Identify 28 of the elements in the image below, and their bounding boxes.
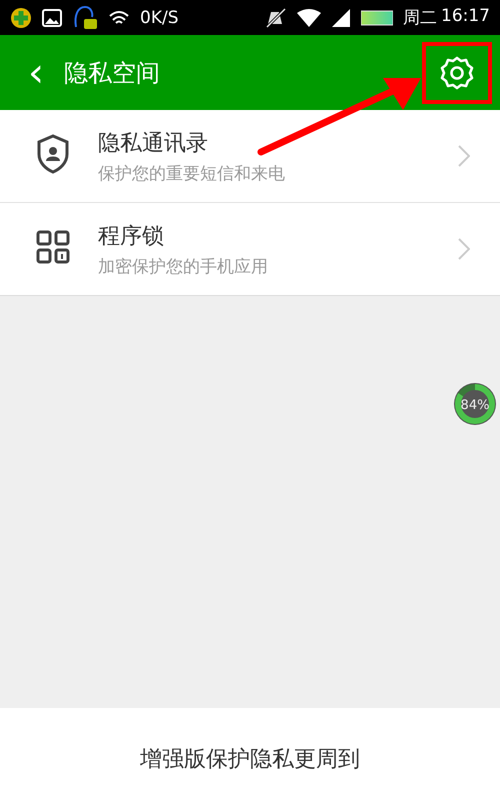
weekday: 周二 — [403, 7, 437, 29]
wifi-signal-icon — [297, 8, 321, 26]
wifi-icon — [108, 8, 130, 26]
item-title: 程序锁 — [98, 222, 165, 250]
footer-text: 增强版保护隐私更周到 — [140, 746, 360, 774]
highlight-frame — [422, 42, 492, 104]
battery-icon — [361, 10, 393, 26]
image-icon — [42, 8, 62, 26]
app-logo-icon — [10, 6, 32, 28]
item-subtitle: 加密保护您的手机应用 — [98, 256, 269, 278]
chevron-right-icon — [458, 238, 470, 260]
chat-icon — [72, 4, 98, 30]
memory-ball[interactable]: 84% — [452, 381, 498, 427]
shield-icon — [36, 134, 70, 174]
memory-reading: 84% — [460, 398, 490, 413]
network-speed: 0K/S — [140, 8, 178, 28]
mute-icon — [265, 8, 287, 28]
cell-signal-icon — [331, 8, 351, 28]
settings-icon[interactable] — [440, 56, 474, 90]
item-title: 隐私通讯录 — [98, 130, 209, 158]
page-title: 隐私空间 — [64, 58, 161, 88]
list-item[interactable]: 程序锁 加密保护您的手机应用 — [0, 203, 500, 296]
item-subtitle: 保护您的重要短信和来电 — [98, 162, 286, 184]
clock: 16:17 — [441, 6, 490, 28]
back-button[interactable]: ‹ — [28, 52, 44, 92]
list-item[interactable]: 隐私通讯录 保护您的重要短信和来电 — [0, 110, 500, 203]
chevron-right-icon — [458, 145, 470, 167]
app-grid-icon — [36, 230, 70, 264]
